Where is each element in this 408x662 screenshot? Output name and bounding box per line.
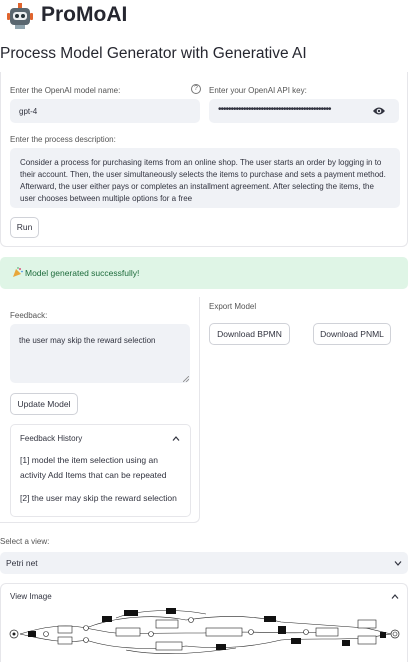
feedback-history-item: [1] model the item selection using an ac… [20, 455, 167, 480]
download-bpmn-button[interactable]: Download BPMN [209, 323, 290, 345]
feedback-history-expander[interactable]: Feedback History [1] model the item sele… [10, 424, 191, 517]
download-pnml-button[interactable]: Download PNML [313, 323, 391, 345]
model-name-input[interactable]: gpt-4 [10, 99, 200, 123]
chevron-down-icon [394, 561, 402, 566]
robot-logo-icon [7, 3, 33, 29]
success-alert: Model generated successfully! [0, 257, 408, 289]
app-title: ProMoAI [41, 3, 128, 26]
chevron-up-icon[interactable] [391, 594, 399, 599]
party-icon [13, 267, 23, 277]
export-model-label: Export Model [209, 302, 257, 311]
api-key-input[interactable]: ••••••••••••••••••••••••••••••••••••••••… [209, 99, 399, 123]
select-view-label: Select a view: [0, 537, 50, 546]
description-label: Enter the process description: [10, 135, 116, 144]
model-name-label: Enter the OpenAI model name: [10, 86, 121, 95]
feedback-label: Feedback: [10, 311, 48, 320]
run-button[interactable]: Run [10, 217, 39, 238]
feedback-history-title: Feedback History [20, 434, 83, 443]
success-message: Model generated successfully! [25, 268, 140, 278]
view-select-value: Petri net [6, 558, 38, 568]
api-key-label: Enter your OpenAI API key: [209, 86, 307, 95]
app-header: ProMoAI [0, 0, 408, 36]
chevron-up-icon[interactable] [172, 436, 180, 441]
help-icon[interactable]: ? [191, 84, 201, 94]
view-select[interactable]: Petri net [0, 552, 408, 574]
feedback-textarea[interactable]: the user may skip the reward selection [10, 324, 190, 383]
feedback-history-item: [2] the user may skip the reward selecti… [20, 493, 177, 503]
update-model-button[interactable]: Update Model [10, 393, 78, 415]
process-description-textarea[interactable]: Consider a process for purchasing items … [10, 148, 400, 208]
eye-icon[interactable] [372, 105, 386, 117]
page-title: Process Model Generator with Generative … [0, 45, 307, 62]
view-image-title: View Image [10, 592, 52, 601]
petri-net-image [9, 608, 400, 654]
resize-grip-icon[interactable] [183, 376, 189, 382]
